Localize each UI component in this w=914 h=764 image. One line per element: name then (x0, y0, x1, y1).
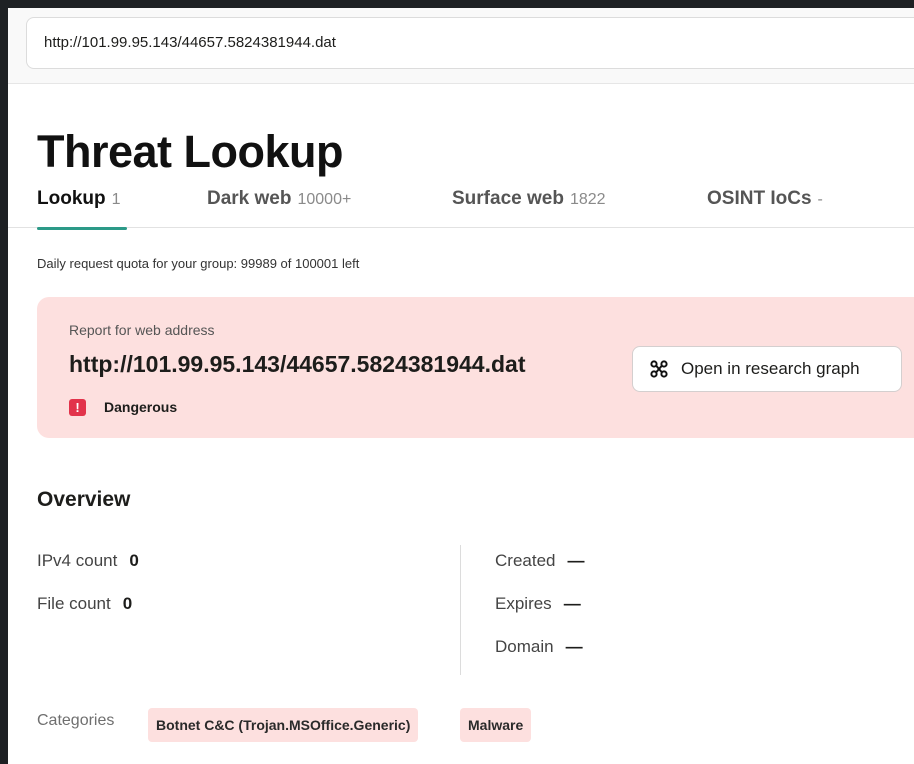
graph-nodes-icon (650, 360, 668, 378)
tab-count: - (817, 191, 823, 208)
tab-count: 1 (111, 191, 121, 208)
stat-value: — (565, 637, 583, 656)
search-input[interactable]: http://101.99.95.143/44657.5824381944.da… (26, 17, 914, 69)
tab-lookup[interactable]: Lookup 1 (37, 188, 126, 230)
tab-osint-iocs[interactable]: OSINT IoCs - (707, 188, 823, 228)
overview-title: Overview (37, 488, 131, 511)
stat-label: IPv4 count (37, 551, 118, 570)
tab-dark-web[interactable]: Dark web 10000+ (207, 188, 351, 228)
tab-count: 10000+ (297, 191, 352, 208)
stat-file-count: File count 0 (37, 594, 132, 616)
tab-label: Surface web (452, 188, 564, 209)
stat-domain: Domain — (495, 637, 583, 659)
threat-status: ! Dangerous (69, 397, 177, 417)
result-tabs: Lookup 1 Dark web 10000+ Surface web 1822 O… (8, 186, 914, 230)
stat-label: File count (37, 594, 111, 613)
page-title: Threat Lookup (37, 126, 344, 177)
stat-value: 0 (122, 594, 133, 613)
stat-expires: Expires — (495, 594, 581, 616)
graph-button-label: Open in research graph (681, 359, 860, 378)
category-chip: Malware (460, 708, 532, 742)
tab-surface-web[interactable]: Surface web 1822 (452, 188, 606, 228)
stat-value: — (563, 594, 581, 613)
stat-label: Created (495, 551, 556, 570)
exclamation-icon: ! (69, 398, 86, 416)
stat-value: — (567, 551, 585, 570)
stat-label: Expires (495, 594, 552, 613)
overview-divider (460, 545, 461, 675)
open-research-graph-button[interactable]: Open in research graph (632, 346, 902, 392)
report-url: http://101.99.95.143/44657.5824381944.da… (69, 351, 526, 377)
categories-label: Categories (37, 712, 115, 729)
threat-status-label: Dangerous (104, 399, 178, 415)
quota-text: Daily request quota for your group: 9998… (37, 256, 360, 271)
stat-created: Created — (495, 551, 584, 573)
threat-lookup-page: http://101.99.95.143/44657.5824381944.da… (8, 8, 914, 764)
search-bar-area: http://101.99.95.143/44657.5824381944.da… (8, 8, 914, 84)
tab-label: Lookup (37, 188, 106, 209)
stat-ipv4-count: IPv4 count 0 (37, 551, 139, 573)
stat-label: Domain (495, 637, 554, 656)
report-label: Report for web address (69, 322, 215, 338)
tab-label: OSINT IoCs (707, 188, 812, 209)
category-chip: Botnet C&C (Trojan.MSOffice.Generic) (148, 708, 419, 742)
tab-label: Dark web (207, 188, 292, 209)
report-card: Report for web address http://101.99.95.… (37, 297, 914, 438)
stat-value: 0 (129, 551, 139, 570)
tab-count: 1822 (569, 191, 606, 208)
